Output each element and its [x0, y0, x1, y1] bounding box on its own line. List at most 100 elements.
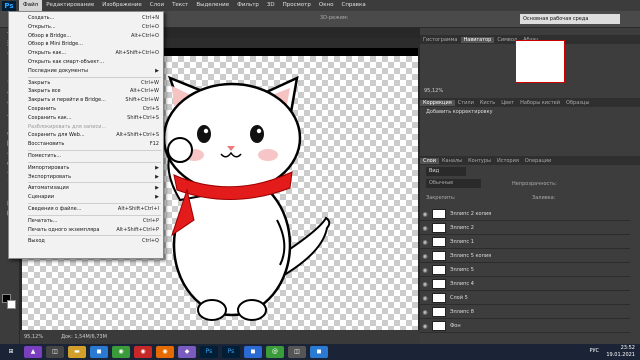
tab-layers[interactable]: Слои — [420, 157, 439, 164]
tab-histogram[interactable]: Гистограмма — [420, 37, 461, 43]
layer-row[interactable]: ◉ Эллипс 8 — [420, 306, 630, 319]
file-menu-item[interactable]: Закрыть и перейти в Bridge... Shift+Ctrl+… — [9, 96, 163, 105]
menu-help[interactable]: Справка — [337, 0, 369, 11]
file-menu-item[interactable]: Сохранить Ctrl+S — [9, 105, 163, 114]
file-menu-item[interactable]: Сценарии ▶ — [9, 193, 163, 202]
menu-filter[interactable]: Фильтр — [233, 0, 263, 11]
tab-navigator[interactable]: Навигатор — [460, 36, 495, 43]
file-menu-item[interactable]: Восстановить F12 — [9, 140, 163, 149]
eye-icon[interactable]: ◉ — [420, 253, 430, 260]
opacity-label: Непрозрачность: — [512, 181, 557, 187]
start-icon[interactable]: ⊞ — [2, 346, 20, 358]
app-icon[interactable]: @ — [266, 346, 284, 358]
background-color-swatch[interactable] — [7, 300, 16, 309]
submenu-arrow-icon: ▶ — [155, 173, 159, 180]
layer-kind-filter[interactable]: Вид — [426, 167, 466, 176]
layer-row[interactable]: ◉ Эллипс 2 копия — [420, 208, 630, 221]
layer-row[interactable]: ◉ Эллипс 1 — [420, 236, 630, 249]
eye-icon[interactable]: ◉ — [420, 225, 430, 232]
file-menu-item[interactable]: Открыть... Ctrl+O — [9, 23, 163, 32]
file-menu-item[interactable]: Импортировать ▶ — [9, 164, 163, 173]
layer-row[interactable]: ◉ Эллипс 5 копия — [420, 250, 630, 263]
keyboard-layout[interactable]: РУС — [589, 348, 599, 355]
menu-file[interactable]: Файл — [19, 0, 43, 11]
menu-3d[interactable]: 3D — [263, 0, 279, 11]
layer-thumbnail — [432, 265, 446, 275]
file-menu-item[interactable]: Создать... Ctrl+N — [9, 14, 163, 23]
eye-icon[interactable]: ◉ — [420, 239, 430, 246]
tab-channels[interactable]: Каналы — [439, 158, 465, 164]
tab-color[interactable]: Цвет — [498, 100, 517, 106]
tab-swatches[interactable]: Образцы — [563, 100, 592, 106]
app-icon[interactable]: ◫ — [288, 346, 306, 358]
menu-layers[interactable]: Слои — [146, 0, 168, 11]
file-menu-item[interactable]: Закрыть все Alt+Ctrl+W — [9, 87, 163, 96]
file-menu-item[interactable]: Сохранить для Web... Alt+Shift+Ctrl+S — [9, 131, 163, 140]
photoshop-icon[interactable]: Ps — [200, 346, 218, 358]
app-icon[interactable]: ◆ — [178, 346, 196, 358]
file-menu-item[interactable]: Сведения о файле... Alt+Shift+Ctrl+I — [9, 205, 163, 214]
menu-view[interactable]: Просмотр — [279, 0, 315, 11]
app-icon[interactable]: ◫ — [46, 346, 64, 358]
layer-row[interactable]: ◉ Эллипс 4 — [420, 278, 630, 291]
layer-thumbnail — [432, 293, 446, 303]
file-menu-item[interactable]: Обзор в Bridge... Alt+Ctrl+O — [9, 32, 163, 41]
file-menu-item[interactable]: Экспортировать ▶ — [9, 173, 163, 182]
file-menu-item[interactable]: Разблокировать для записи... — [9, 123, 163, 132]
eye-icon[interactable]: ◉ — [420, 309, 430, 316]
app-icon[interactable]: ◼ — [310, 346, 328, 358]
menu-item-shortcut: Alt+Shift+Ctrl+I — [117, 205, 159, 212]
menu-item-label: Создать... — [28, 15, 55, 21]
menu-image[interactable]: Изображение — [98, 0, 146, 11]
menu-window[interactable]: Окно — [315, 0, 338, 11]
tab-paths[interactable]: Контуры — [465, 158, 494, 164]
menu-select[interactable]: Выделение — [192, 0, 233, 11]
file-menu-item[interactable]: Открыть как смарт-объект... — [9, 58, 163, 67]
eye-icon[interactable]: ◉ — [420, 281, 430, 288]
eye-icon[interactable]: ◉ — [420, 323, 430, 330]
file-menu-item[interactable]: Печать одного экземпляра Alt+Shift+Ctrl+P — [9, 226, 163, 235]
zoom-level[interactable]: 95,12% — [24, 334, 43, 340]
chrome-icon[interactable]: ◉ — [112, 346, 130, 358]
layer-name: Эллипс 5 — [450, 267, 474, 273]
tab-brush[interactable]: Кисть — [477, 100, 498, 106]
tab-actions[interactable]: Операции — [522, 158, 554, 164]
eye-icon[interactable]: ◉ — [420, 295, 430, 302]
menu-item-shortcut: Alt+Ctrl+W — [130, 88, 159, 95]
firefox-icon[interactable]: ◉ — [156, 346, 174, 358]
menu-type[interactable]: Текст — [168, 0, 192, 11]
app-icon[interactable]: ◉ — [134, 346, 152, 358]
folder-icon[interactable]: ▬ — [68, 346, 86, 358]
tab-history[interactable]: История — [494, 158, 522, 164]
file-menu-item[interactable]: Печатать... Ctrl+P — [9, 217, 163, 226]
workspace-select[interactable]: Основная рабочая среда — [520, 14, 620, 24]
tab-styles[interactable]: Стили — [455, 100, 477, 106]
file-menu-item[interactable]: Закрыть Ctrl+W — [9, 79, 163, 88]
tab-brush-presets[interactable]: Наборы кистей — [517, 100, 563, 106]
layer-row[interactable]: ◉ Слой 5 — [420, 292, 630, 305]
layer-row[interactable]: ◉ Эллипс 2 — [420, 222, 630, 235]
system-clock[interactable]: РУС 23:52 19.01.2021 — [589, 344, 635, 360]
tab-adjustments[interactable]: Коррекция — [420, 99, 455, 106]
app-icon[interactable]: ◼ — [244, 346, 262, 358]
file-menu-item[interactable]: Открыть как... Alt+Shift+Ctrl+O — [9, 49, 163, 58]
file-menu-item[interactable]: Поместить... — [9, 152, 163, 161]
eye-icon[interactable]: ◉ — [420, 211, 430, 218]
file-menu-item[interactable]: Сохранить как... Shift+Ctrl+S — [9, 114, 163, 123]
navigator-zoom[interactable]: 95,12% — [424, 88, 443, 94]
file-menu-item[interactable]: Автоматизация ▶ — [9, 184, 163, 193]
menu-edit[interactable]: Редактирование — [42, 0, 98, 11]
navigator-preview[interactable] — [515, 40, 565, 83]
app-icon[interactable]: ◼ — [90, 346, 108, 358]
file-menu-item[interactable]: Обзор в Mini Bridge... — [9, 40, 163, 49]
layer-row[interactable]: ◉ Эллипс 5 — [420, 264, 630, 277]
file-menu-item[interactable]: Последние документы ▶ — [9, 67, 163, 76]
file-menu-item[interactable]: Выход Ctrl+Q — [9, 237, 163, 246]
app-icon[interactable]: ▲ — [24, 346, 42, 358]
photoshop-icon[interactable]: Ps — [222, 346, 240, 358]
blend-mode-select[interactable]: Обычные — [426, 179, 481, 188]
eye-icon[interactable]: ◉ — [420, 267, 430, 274]
menu-item-label: Печать одного экземпляра — [28, 226, 100, 233]
layer-thumbnail — [432, 279, 446, 289]
layer-row[interactable]: ◉ Фон — [420, 320, 630, 333]
